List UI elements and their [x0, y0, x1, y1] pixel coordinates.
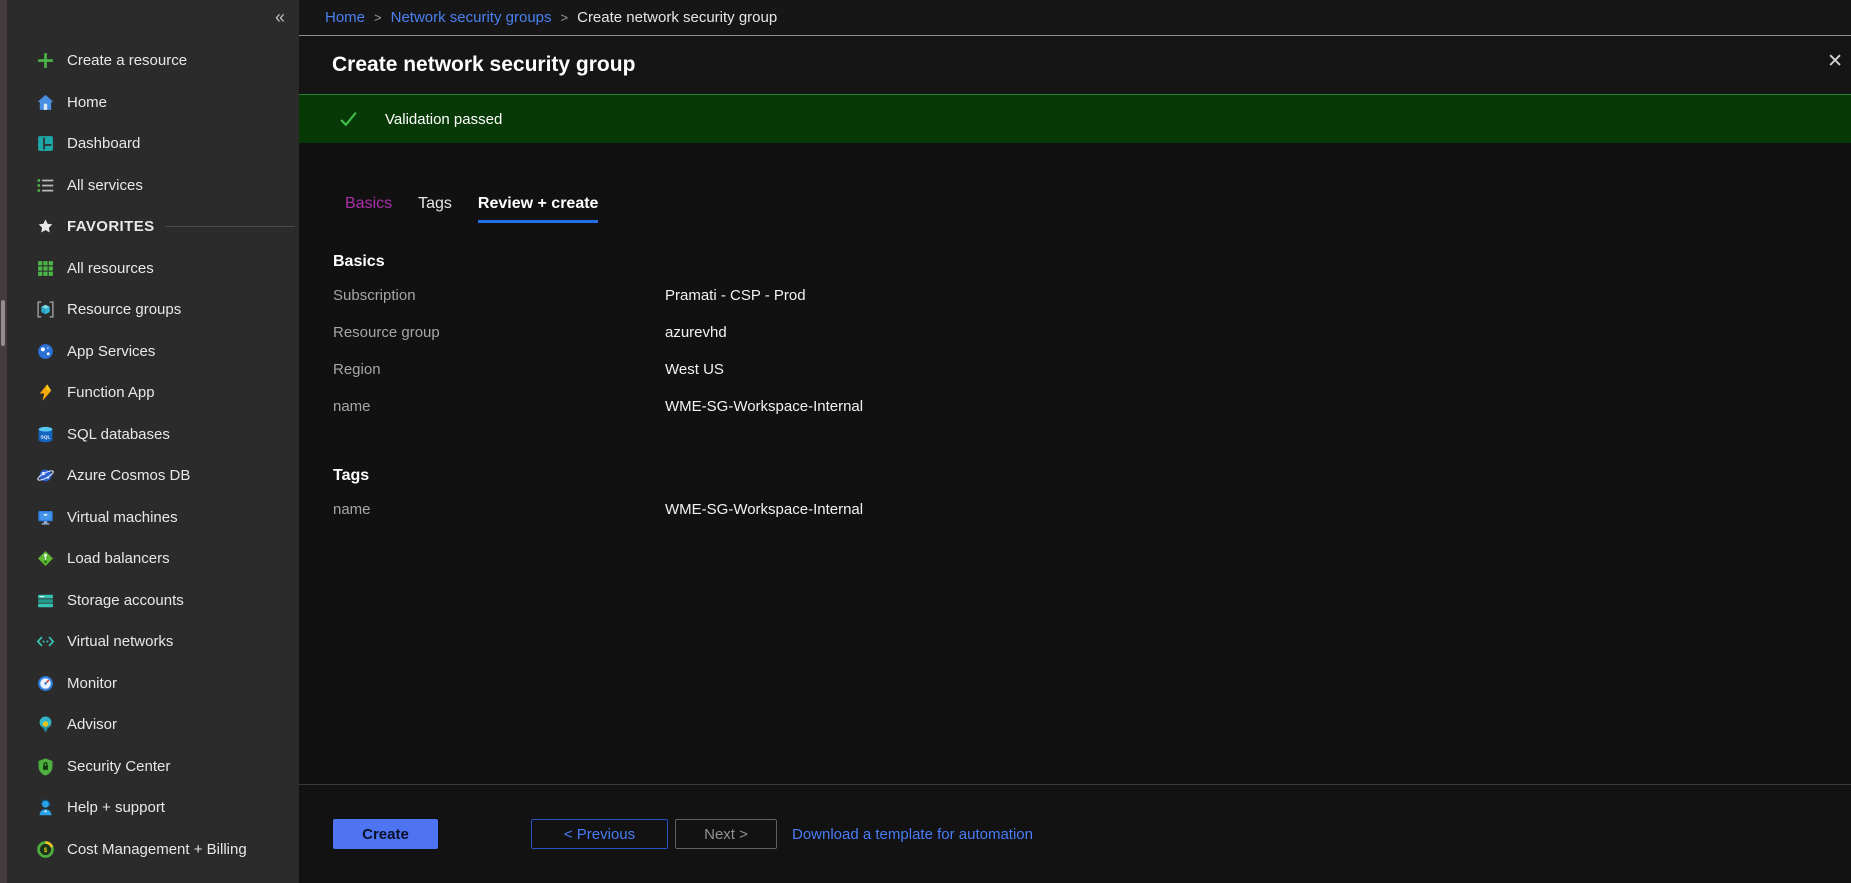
sidebar-item-dashboard[interactable]: Dashboard	[7, 123, 299, 165]
svg-text:$: $	[44, 847, 48, 854]
sidebar-item-virtual-networks[interactable]: Virtual networks	[7, 621, 299, 663]
previous-button[interactable]: < Previous	[531, 819, 668, 849]
sidebar-item-virtual-machines[interactable]: Virtual machines	[7, 497, 299, 539]
next-button[interactable]: Next >	[675, 819, 777, 849]
row-label: Region	[333, 361, 665, 378]
close-icon[interactable]: ✕	[1827, 52, 1843, 71]
review-row-name: name WME-SG-Workspace-Internal	[333, 388, 1851, 425]
row-label: name	[333, 501, 665, 518]
sidebar-item-all-resources[interactable]: All resources	[7, 248, 299, 290]
sidebar-item-security-center[interactable]: Security Center	[7, 746, 299, 788]
tab-bar: Basics Tags Review + create	[345, 195, 1851, 223]
tab-basics[interactable]: Basics	[345, 195, 392, 223]
validation-message: Validation passed	[385, 111, 502, 128]
row-value: West US	[665, 361, 724, 378]
download-template-link[interactable]: Download a template for automation	[792, 826, 1033, 843]
favorites-divider	[165, 226, 296, 227]
tab-tags[interactable]: Tags	[418, 195, 452, 223]
vm-monitor-icon	[36, 508, 55, 527]
page-header: Create network security group ✕	[299, 36, 1851, 94]
review-content: Basics Tags Review + create Basics Subsc…	[299, 143, 1851, 784]
tab-review-create[interactable]: Review + create	[478, 195, 599, 223]
window-edge-strip	[0, 0, 7, 883]
row-label: Subscription	[333, 287, 665, 304]
validation-banner: Validation passed	[299, 94, 1851, 143]
dashboard-icon	[36, 134, 55, 153]
sidebar-item-all-services[interactable]: All services	[7, 165, 299, 207]
sidebar-item-storage-accounts[interactable]: Storage accounts	[7, 580, 299, 622]
tags-section-heading: Tags	[333, 467, 1851, 485]
storage-stack-icon	[36, 591, 55, 610]
breadcrumb-nsg-link[interactable]: Network security groups	[391, 9, 552, 26]
row-value: azurevhd	[665, 324, 727, 341]
lightning-icon	[36, 383, 55, 402]
review-row-resource-group: Resource group azurevhd	[333, 314, 1851, 351]
sidebar: « Create a resource Home Dashboard All s…	[7, 0, 299, 883]
tags-row-name: name WME-SG-Workspace-Internal	[333, 491, 1851, 528]
star-icon	[36, 217, 55, 236]
sidebar-item-sql-databases[interactable]: SQL SQL databases	[7, 414, 299, 456]
app-services-globe-icon	[36, 342, 55, 361]
breadcrumb-current: Create network security group	[577, 9, 777, 26]
breadcrumb-separator: >	[561, 10, 569, 25]
sidebar-item-app-services[interactable]: App Services	[7, 331, 299, 373]
breadcrumb-separator: >	[374, 10, 382, 25]
sql-database-icon: SQL	[36, 425, 55, 444]
planet-ring-icon	[36, 466, 55, 485]
create-button[interactable]: Create	[333, 819, 438, 849]
left-edge-scrollbar-thumb[interactable]	[1, 300, 5, 346]
sidebar-item-monitor[interactable]: Monitor	[7, 663, 299, 705]
vnet-brackets-icon	[36, 632, 55, 651]
row-value: Pramati - CSP - Prod	[665, 287, 806, 304]
row-label: name	[333, 398, 665, 415]
sidebar-item-function-app[interactable]: Function App	[7, 372, 299, 414]
cost-donut-icon: $	[36, 840, 55, 859]
plus-icon	[36, 51, 55, 70]
main-panel: Home > Network security groups > Create …	[299, 0, 1851, 883]
cube-brackets-icon	[36, 300, 55, 319]
row-value: WME-SG-Workspace-Internal	[665, 398, 863, 415]
sidebar-item-home[interactable]: Home	[7, 82, 299, 124]
sidebar-nav: Create a resource Home Dashboard All ser…	[7, 0, 299, 870]
row-label: Resource group	[333, 324, 665, 341]
check-icon	[339, 110, 358, 129]
sidebar-item-azure-cosmos-db[interactable]: Azure Cosmos DB	[7, 455, 299, 497]
sidebar-item-cost-management-billing[interactable]: $ Cost Management + Billing	[7, 829, 299, 871]
grid-icon	[36, 259, 55, 278]
sidebar-item-load-balancers[interactable]: Load balancers	[7, 538, 299, 580]
page-title: Create network security group	[332, 53, 635, 77]
sidebar-collapse-icon[interactable]: «	[275, 8, 285, 26]
review-row-region: Region West US	[333, 351, 1851, 388]
shield-lock-icon	[36, 757, 55, 776]
home-icon	[36, 93, 55, 112]
sidebar-favorites-header: FAVORITES	[7, 206, 299, 248]
support-person-icon	[36, 798, 55, 817]
basics-section-heading: Basics	[333, 253, 1851, 271]
review-row-subscription: Subscription Pramati - CSP - Prod	[333, 277, 1851, 314]
sidebar-item-advisor[interactable]: Advisor	[7, 704, 299, 746]
advisor-badge-icon	[36, 715, 55, 734]
gauge-icon	[36, 674, 55, 693]
list-icon	[36, 176, 55, 195]
sidebar-item-create-a-resource[interactable]: Create a resource	[7, 40, 299, 82]
svg-text:SQL: SQL	[41, 434, 51, 440]
load-balancer-diamond-icon	[36, 549, 55, 568]
row-value: WME-SG-Workspace-Internal	[665, 501, 863, 518]
breadcrumb: Home > Network security groups > Create …	[299, 0, 1851, 36]
sidebar-item-help-support[interactable]: Help + support	[7, 787, 299, 829]
footer-bar: Create < Previous Next > Download a temp…	[299, 784, 1851, 883]
sidebar-item-resource-groups[interactable]: Resource groups	[7, 289, 299, 331]
breadcrumb-home-link[interactable]: Home	[325, 9, 365, 26]
